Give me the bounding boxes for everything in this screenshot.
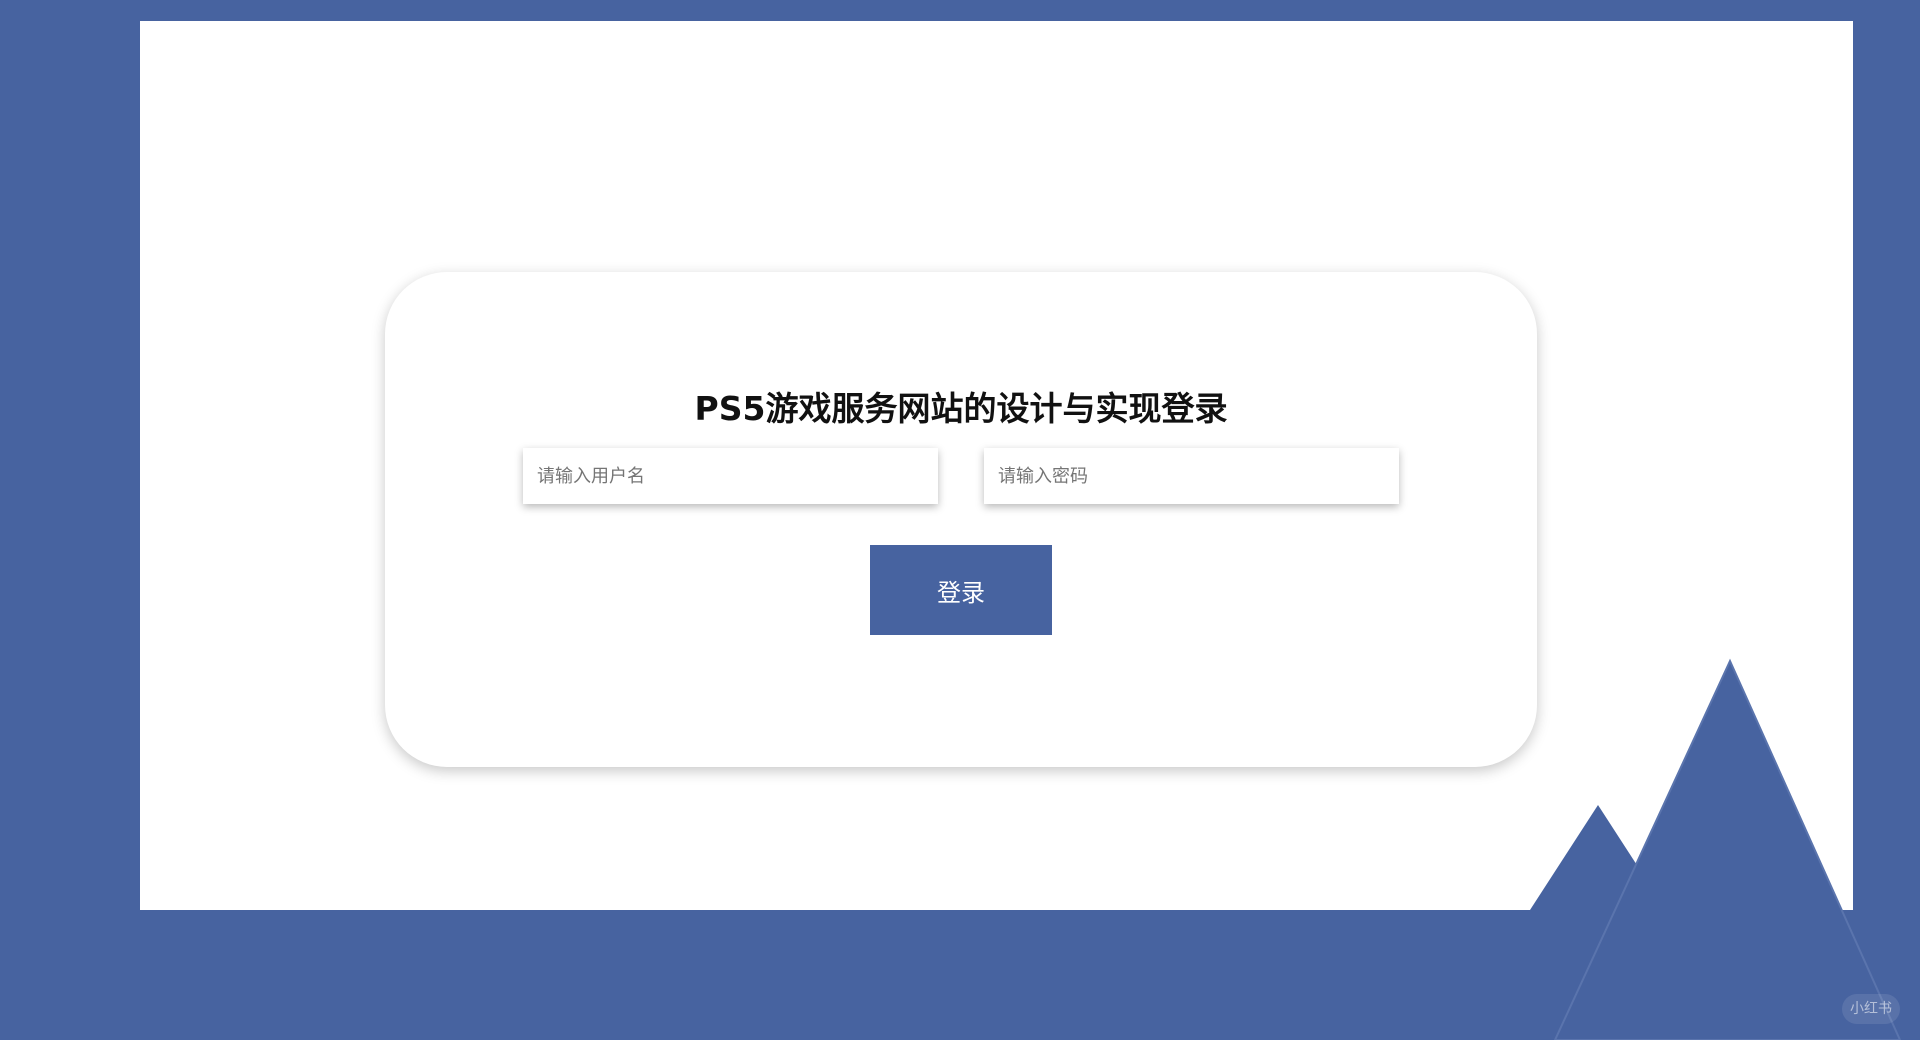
login-card: PS5游戏服务网站的设计与实现登录 登录 <box>385 272 1537 767</box>
watermark-logo: 小红书 <box>1842 994 1900 1024</box>
login-button[interactable]: 登录 <box>870 545 1052 635</box>
password-input[interactable] <box>984 448 1399 504</box>
login-title: PS5游戏服务网站的设计与实现登录 <box>694 389 1228 428</box>
username-input[interactable] <box>523 448 938 504</box>
